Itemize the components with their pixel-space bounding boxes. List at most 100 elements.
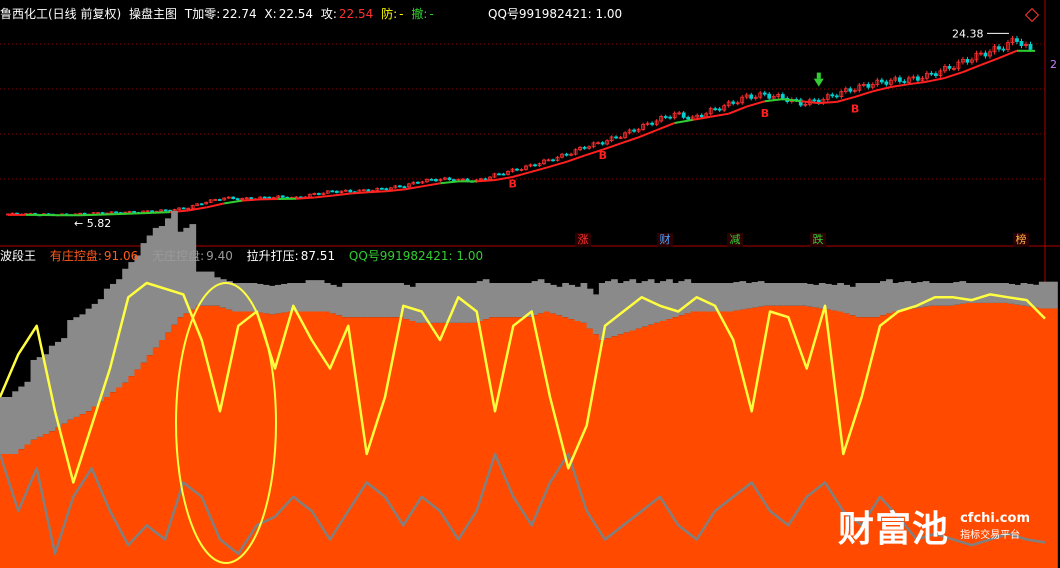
no-zhuang-bar: [305, 280, 313, 312]
zhuang-bar: [666, 319, 673, 568]
ma-line-segment: [530, 166, 549, 173]
candle-body: [947, 66, 952, 69]
no-zhuang-bar: [751, 282, 759, 308]
zhuang-bar: [531, 315, 539, 568]
no-zhuang-bar: [427, 283, 435, 323]
zhuang-bar: [1045, 308, 1052, 568]
no-zhuang-bar: [806, 283, 814, 307]
candle-body: [429, 178, 434, 181]
candle-body: [497, 173, 501, 176]
candle-body: [731, 101, 736, 104]
ma-line-segment: [242, 198, 261, 202]
no-zhuang-bar: [385, 283, 392, 318]
withdraw-label: 撤:: [411, 7, 428, 21]
candle-body: [334, 190, 339, 193]
candle-body: [884, 81, 889, 85]
signal-tag-jian: 减: [727, 233, 743, 247]
ma-line-segment: [296, 196, 315, 200]
zhuang-bar: [226, 309, 233, 568]
no-zhuang-bar: [409, 286, 417, 321]
no-zhuang-bar: [336, 286, 343, 316]
x-label: X:: [264, 7, 277, 21]
ma-line-segment: [908, 80, 928, 86]
no-zhuang-bar: [892, 283, 899, 312]
zhuang-bar: [800, 305, 808, 568]
low-price-label: ← 5.82: [74, 217, 111, 230]
sell-arrow-icon: [813, 78, 824, 87]
zhuang-bar: [550, 313, 557, 568]
no-zhuang-bar: [1051, 281, 1058, 309]
ma-line-segment: [800, 100, 819, 105]
zhuang-bar: [220, 307, 227, 568]
stock-chart-window[interactable]: 24.38 ← 5.82 2 B B B B 鲁西化工(日线 前复权) 操盘主图 T加零: 2…: [0, 0, 1060, 568]
zhuang-bar: [635, 328, 643, 568]
sub-indicator-name[interactable]: 波段王: [0, 249, 36, 263]
ma-line-segment: [638, 129, 657, 139]
zhuang-bar: [488, 317, 496, 568]
zhuang-bar: [244, 311, 252, 568]
no-zhuang-bar: [348, 283, 356, 318]
no-zhuang-bar: [721, 283, 728, 312]
candle-body: [686, 116, 691, 120]
zhuang-bar: [116, 387, 123, 568]
zhuang-bar: [110, 392, 117, 568]
zhuang-bar: [427, 322, 435, 568]
buy-marker-3: B: [851, 102, 859, 115]
candle-body: [316, 193, 321, 195]
high-price-label: 24.38: [952, 27, 984, 40]
candle-body: [402, 186, 407, 189]
no-zhuang-bar: [12, 391, 19, 454]
candle-body: [564, 153, 569, 156]
buy-marker-2: B: [761, 107, 769, 120]
candle-body: [965, 59, 970, 63]
pull-label: 拉升打压:: [246, 249, 299, 263]
no-zhuang-bar: [617, 283, 624, 335]
no-zhuang-bar: [794, 283, 802, 306]
no-zhuang-bar: [562, 283, 569, 318]
candle-body: [897, 77, 902, 82]
no-zhuang-bar: [372, 283, 380, 318]
zhuang-bar: [91, 406, 99, 568]
main-indicator-name[interactable]: 操盘主图: [129, 7, 177, 21]
zhuang-bar: [146, 355, 154, 568]
no-zhuang-bar: [837, 283, 844, 312]
sell-arrow-stem: [816, 72, 821, 79]
no-zhuang-bar: [30, 359, 38, 440]
ma-line-segment: [224, 199, 243, 205]
no-zhuang-bar: [537, 279, 545, 314]
zhuang-bar: [782, 305, 789, 568]
ma-line-segment: [764, 98, 783, 103]
ma-line-segment: [350, 191, 369, 195]
no-zhuang-bar: [904, 281, 912, 310]
no-zhuang-bar: [24, 381, 32, 445]
candle-body: [812, 99, 817, 102]
candle-body: [915, 76, 920, 81]
no-zhuang-bar: [1002, 283, 1009, 303]
zhuang-bar: [67, 419, 74, 568]
candle-body: [280, 195, 285, 198]
candle-body: [767, 93, 772, 99]
no-zhuang-bar: [983, 283, 991, 303]
ma-line-segment: [890, 83, 910, 88]
no-zhuang-bar: [935, 283, 942, 306]
no-zhuang-bar: [73, 317, 81, 417]
zhuang-bar: [79, 414, 87, 568]
no-zhuang-bar: [0, 397, 7, 454]
no-zhuang-bar: [262, 284, 270, 314]
pull-value: 87.51: [300, 249, 336, 263]
candle-body: [632, 129, 637, 132]
zhuang-bar: [415, 322, 423, 568]
zhuang-bar: [660, 321, 667, 568]
no-zhuang-bar: [226, 281, 233, 310]
no-zhuang-bar: [635, 283, 643, 329]
no-zhuang-bar: [1032, 284, 1040, 308]
ma-line-segment: [368, 190, 387, 194]
no-zhuang-bar: [275, 284, 282, 314]
ma-line-segment: [746, 100, 766, 108]
attack-value: 22.54: [338, 7, 374, 21]
candle-body: [415, 181, 420, 184]
main-price-chart[interactable]: 24.38 ← 5.82 2 B B B B: [0, 0, 1060, 568]
no-zhuang-bar: [470, 283, 478, 323]
buy-marker-1: B: [599, 149, 607, 162]
zhuang-bar: [1038, 308, 1046, 568]
